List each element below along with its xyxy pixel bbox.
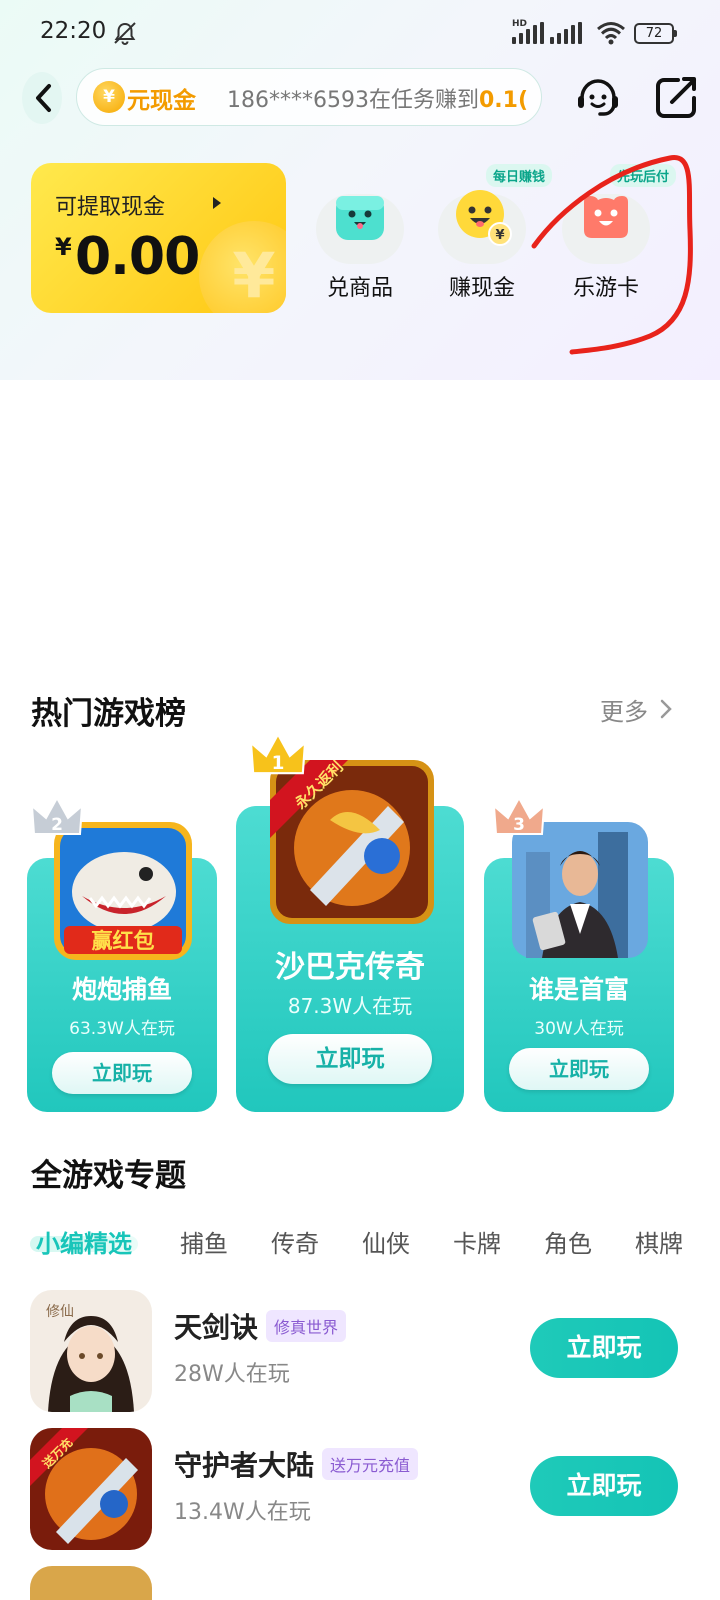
share-icon[interactable] [654, 74, 698, 120]
quick-action-label: 赚现金 [448, 276, 515, 301]
withdrawable-cash-card[interactable]: ¥ 可提取现金 ¥ 0.00 [31, 163, 286, 313]
play-now-button[interactable]: 立即玩 [509, 1048, 649, 1090]
rank-number: 3 [513, 815, 525, 835]
game-name: 沙巴克传奇 [275, 950, 425, 985]
game-name: 炮炮捕鱼 [71, 975, 172, 1004]
chevron-right-icon[interactable] [658, 698, 674, 720]
game-title: 天剑诀 [174, 1311, 259, 1344]
players-count: 63.3W人在玩 [69, 1019, 175, 1039]
players-count: 30W人在玩 [534, 1019, 624, 1039]
arrow-right-icon [213, 197, 221, 209]
tab-legend[interactable]: 传奇 [271, 1224, 319, 1259]
rank-3-crown-icon: 3 [492, 795, 546, 835]
coin-icon: ¥ [93, 81, 125, 113]
status-time: 22:20 [40, 18, 107, 44]
rank-number: 1 [272, 753, 285, 774]
players-count: 28W人在玩 [174, 1362, 290, 1387]
cash-label: 可提取现金 [55, 195, 166, 220]
section-title-all-games: 全游戏专题 [31, 1158, 186, 1194]
ticker-amount: 0.1( [478, 88, 529, 113]
game-tag: 修真世界 [266, 1310, 347, 1342]
smiley-coin-icon: ¥ [456, 190, 512, 246]
cash-currency: ¥ [55, 233, 72, 261]
rank-number: 2 [51, 815, 63, 835]
next-game-icon-peek [30, 1566, 152, 1600]
game-icon-legend[interactable]: 永久返利 [270, 760, 434, 924]
game-title: 守护者大陆 [174, 1449, 315, 1482]
tab-rpg[interactable]: 角色 [544, 1224, 592, 1259]
tab-editors-pick[interactable]: 小编精选 [36, 1224, 132, 1259]
icon-caption: 修仙 [46, 1304, 74, 1320]
ticker-text: 186****6593在任务赚到 [227, 88, 479, 113]
tab-xianxia[interactable]: 仙侠 [362, 1224, 410, 1259]
yuan-coin-icon: ¥ [199, 221, 286, 313]
icon-caption: 赢红包 [92, 929, 155, 953]
section-title-hot-games: 热门游戏榜 [31, 696, 186, 732]
game-icon-tianjianjue[interactable]: 修仙 [30, 1290, 152, 1412]
play-now-button[interactable]: 立即玩 [530, 1318, 678, 1378]
battery-indicator: 72 [634, 23, 677, 44]
wifi-icon [597, 22, 625, 45]
ticker-message: 186****6593在任务赚到0.1( [227, 82, 528, 114]
signal-icon-2 [550, 22, 582, 44]
play-now-button[interactable]: 立即玩 [268, 1034, 432, 1084]
rank-1-crown-icon: 1 [249, 732, 307, 775]
quick-action-label: 兑商品 [326, 276, 393, 301]
tab-card[interactable]: 卡牌 [453, 1224, 501, 1259]
hd-label: HD [512, 19, 528, 29]
tab-fishing[interactable]: 捕鱼 [180, 1224, 228, 1259]
svg-text:¥: ¥ [495, 228, 504, 243]
gift-box-face-icon [336, 196, 384, 240]
back-arrow-icon[interactable] [22, 70, 72, 126]
bell-muted-icon [114, 22, 136, 45]
more-link[interactable]: 更多 [600, 692, 648, 727]
players-count: 87.3W人在玩 [287, 994, 413, 1018]
cash-amount: 0.00 [75, 227, 200, 287]
game-name: 谁是首富 [528, 975, 629, 1004]
customer-service-icon[interactable] [574, 74, 622, 122]
ticker-tag: 元现金 [127, 88, 196, 114]
game-tag: 送万元充值 [322, 1448, 419, 1480]
earnings-ticker[interactable]: ¥ 元现金 186****6593在任务赚到0.1( [76, 68, 542, 126]
play-now-button[interactable]: 立即玩 [530, 1456, 678, 1516]
players-count: 13.4W人在玩 [174, 1500, 311, 1525]
signal-icon-1: HD [512, 19, 544, 44]
tab-chess[interactable]: 棋牌 [635, 1224, 683, 1259]
red-annotation-stroke [531, 155, 693, 355]
game-icon-guardian[interactable]: 送万充 [30, 1428, 152, 1550]
rank-2-crown-icon: 2 [30, 795, 84, 835]
play-now-button[interactable]: 立即玩 [52, 1052, 192, 1094]
quick-action-earn-cash[interactable]: 每日赚钱 ¥ 赚现金 [434, 164, 553, 320]
quick-action-exchange[interactable]: 兑商品 [312, 180, 408, 320]
